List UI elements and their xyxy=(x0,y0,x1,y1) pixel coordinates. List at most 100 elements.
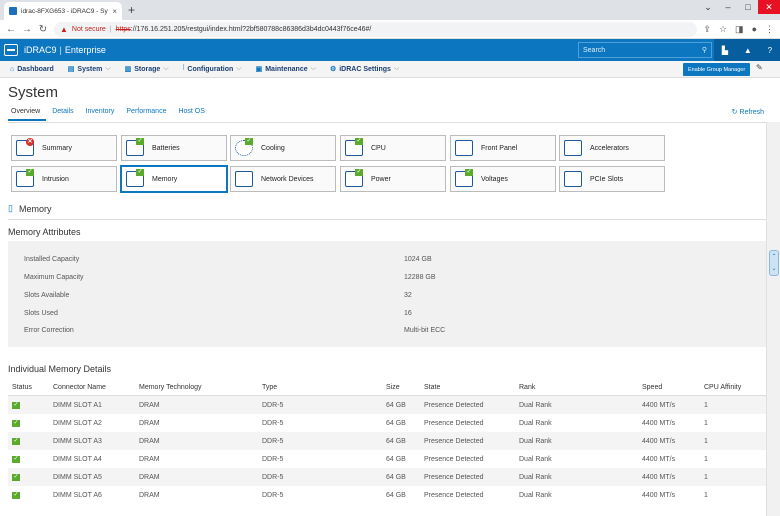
cell-connector: DIMM SLOT A6 xyxy=(53,491,102,499)
home-icon: ⌂ xyxy=(10,65,15,73)
tile-intrusion[interactable]: ✓ Intrusion xyxy=(11,166,117,192)
back-icon[interactable]: ← xyxy=(6,24,16,35)
server-icon: ▤ xyxy=(67,66,75,73)
cell-state: Presence Detected xyxy=(424,473,484,481)
chevron-down-icon: ⌵ xyxy=(236,65,242,72)
tab-search-icon[interactable]: ⌄ xyxy=(698,0,718,14)
col-speed[interactable]: Speed xyxy=(642,384,662,391)
col-cpu-affinity[interactable]: CPU Affinity xyxy=(704,384,741,391)
group-manager-icon[interactable]: ▙ xyxy=(722,46,728,55)
tile-label: Summary xyxy=(42,144,72,152)
cell-rank: Dual Rank xyxy=(519,401,552,409)
accelerator-icon xyxy=(564,140,582,156)
share-icon[interactable]: ⇪ xyxy=(703,24,711,35)
menu-item-system[interactable]: ▤ System ⌵ xyxy=(68,65,111,73)
tab-overview[interactable]: Overview xyxy=(8,108,47,121)
tile-label: Cooling xyxy=(261,144,285,152)
window-close-icon[interactable]: ✕ xyxy=(758,0,780,14)
pin-icon[interactable]: ✎ xyxy=(756,63,763,72)
scroll-thumb[interactable]: ⌃ ⌄ xyxy=(769,250,779,276)
cell-type: DDR-5 xyxy=(262,437,284,445)
attr-label: Installed Capacity xyxy=(24,256,80,263)
menu-item-idrac-settings[interactable]: ⚙ iDRAC Settings ⌵ xyxy=(330,65,399,73)
maximize-icon[interactable]: □ xyxy=(738,0,758,14)
help-icon[interactable]: ? xyxy=(768,46,772,55)
refresh-button[interactable]: ↻ Refresh xyxy=(732,108,764,116)
enable-group-manager-button[interactable]: Enable Group Manager xyxy=(683,63,751,76)
col-memory-technology[interactable]: Memory Technology xyxy=(139,384,202,391)
cell-rank: Dual Rank xyxy=(519,419,552,427)
tab-host-os[interactable]: Host OS xyxy=(172,108,210,121)
chevron-down-icon: ⌵ xyxy=(105,65,111,72)
tab-performance[interactable]: Performance xyxy=(120,108,172,121)
tile-memory[interactable]: ✓ Memory xyxy=(121,166,227,192)
forward-icon[interactable]: → xyxy=(22,24,32,35)
tile-cpu[interactable]: ✓ CPU xyxy=(340,135,446,161)
security-label[interactable]: Not secure xyxy=(72,26,106,33)
col-state[interactable]: State xyxy=(424,384,440,391)
tab-inventory[interactable]: Inventory xyxy=(80,108,121,121)
col-connector-name[interactable]: Connector Name xyxy=(53,384,106,391)
cell-connector: DIMM SLOT A2 xyxy=(53,419,102,427)
tile-label: Memory xyxy=(152,175,178,183)
attr-label: Maximum Capacity xyxy=(24,274,84,281)
bookmark-star-icon[interactable]: ☆ xyxy=(719,24,727,35)
browser-tab[interactable]: idrac-8FXG653 - iDRAC9 - System × xyxy=(4,2,122,20)
close-tab-icon[interactable]: × xyxy=(112,7,117,16)
cell-type: DDR-5 xyxy=(262,473,284,481)
url-field[interactable]: ▲ Not secure | https://176.16.251.205/re… xyxy=(54,21,698,37)
table-row: ✓ DIMM SLOT A6 DRAM DDR-5 64 GB Presence Dete… xyxy=(8,486,766,504)
search-icon[interactable]: ⚲ xyxy=(702,46,707,54)
tile-batteries[interactable]: ✓ Batteries xyxy=(121,135,227,161)
col-rank[interactable]: Rank xyxy=(519,384,535,391)
menu-item-configuration[interactable]: ⫶ Configuration ⌵ xyxy=(183,65,242,73)
warning-icon[interactable]: ▲ xyxy=(60,25,68,34)
col-type[interactable]: Type xyxy=(262,384,277,391)
col-size[interactable]: Size xyxy=(386,384,400,391)
cell-state: Presence Detected xyxy=(424,401,484,409)
minimize-icon[interactable]: – xyxy=(718,0,738,14)
cell-speed: 4400 MT/s xyxy=(642,419,676,427)
ok-status-icon: ✓ xyxy=(12,491,20,499)
tile-label: Accelerators xyxy=(590,144,629,152)
tile-cooling[interactable]: ✓ Cooling xyxy=(230,135,336,161)
storage-icon: ▥ xyxy=(124,66,132,73)
cell-size: 64 GB xyxy=(386,473,406,481)
user-icon[interactable]: ▲ xyxy=(744,46,752,55)
tab-details[interactable]: Details xyxy=(46,108,79,121)
tile-front-panel[interactable]: Front Panel xyxy=(450,135,556,161)
cell-speed: 4400 MT/s xyxy=(642,455,676,463)
window-controls: ⌄ – □ ✕ xyxy=(698,0,780,14)
tile-network-devices[interactable]: Network Devices xyxy=(230,166,336,192)
search-input[interactable]: Search ⚲ xyxy=(578,42,712,58)
new-tab-button[interactable]: + xyxy=(128,3,135,17)
reload-icon[interactable]: ↻ xyxy=(38,24,48,35)
cell-state: Presence Detected xyxy=(424,419,484,427)
cell-rank: Dual Rank xyxy=(519,455,552,463)
browser-menu-icon[interactable]: ⋮ xyxy=(765,24,774,35)
cell-cpu-affinity: 1 xyxy=(704,473,708,481)
tile-power[interactable]: ✓ Power xyxy=(340,166,446,192)
tile-summary[interactable]: ✕ Summary xyxy=(11,135,117,161)
tile-pcie-slots[interactable]: PCIe Slots xyxy=(559,166,665,192)
sidepanel-icon[interactable]: ◨ xyxy=(735,24,744,35)
tile-label: PCIe Slots xyxy=(590,175,624,183)
tile-label: CPU xyxy=(371,144,386,152)
attributes-title: Memory Attributes xyxy=(8,227,81,237)
tile-accelerators[interactable]: Accelerators xyxy=(559,135,665,161)
ok-status-icon: ✓ xyxy=(12,437,20,445)
cell-cpu-affinity: 1 xyxy=(704,419,708,427)
chevron-down-icon: ⌵ xyxy=(393,65,400,72)
attr-value: 32 xyxy=(404,292,412,299)
subtab-bar: Overview Details Inventory Performance H… xyxy=(8,108,211,121)
profile-icon[interactable]: ● xyxy=(752,24,757,35)
ok-status-icon: ✓ xyxy=(12,419,20,427)
menu-item-storage[interactable]: ▥ Storage ⌵ xyxy=(125,65,169,73)
page-scrollbar[interactable]: ⌃ ⌄ xyxy=(766,122,780,516)
menu-item-maintenance[interactable]: ▣ Maintenance ⌵ xyxy=(256,65,316,73)
memory-table: Status Connector Name Memory Technology … xyxy=(8,379,766,504)
menu-item-dashboard[interactable]: ⌂ Dashboard xyxy=(10,66,54,73)
col-status[interactable]: Status xyxy=(12,384,32,391)
cell-rank: Dual Rank xyxy=(519,491,552,499)
tile-voltages[interactable]: ✓ Voltages xyxy=(450,166,556,192)
